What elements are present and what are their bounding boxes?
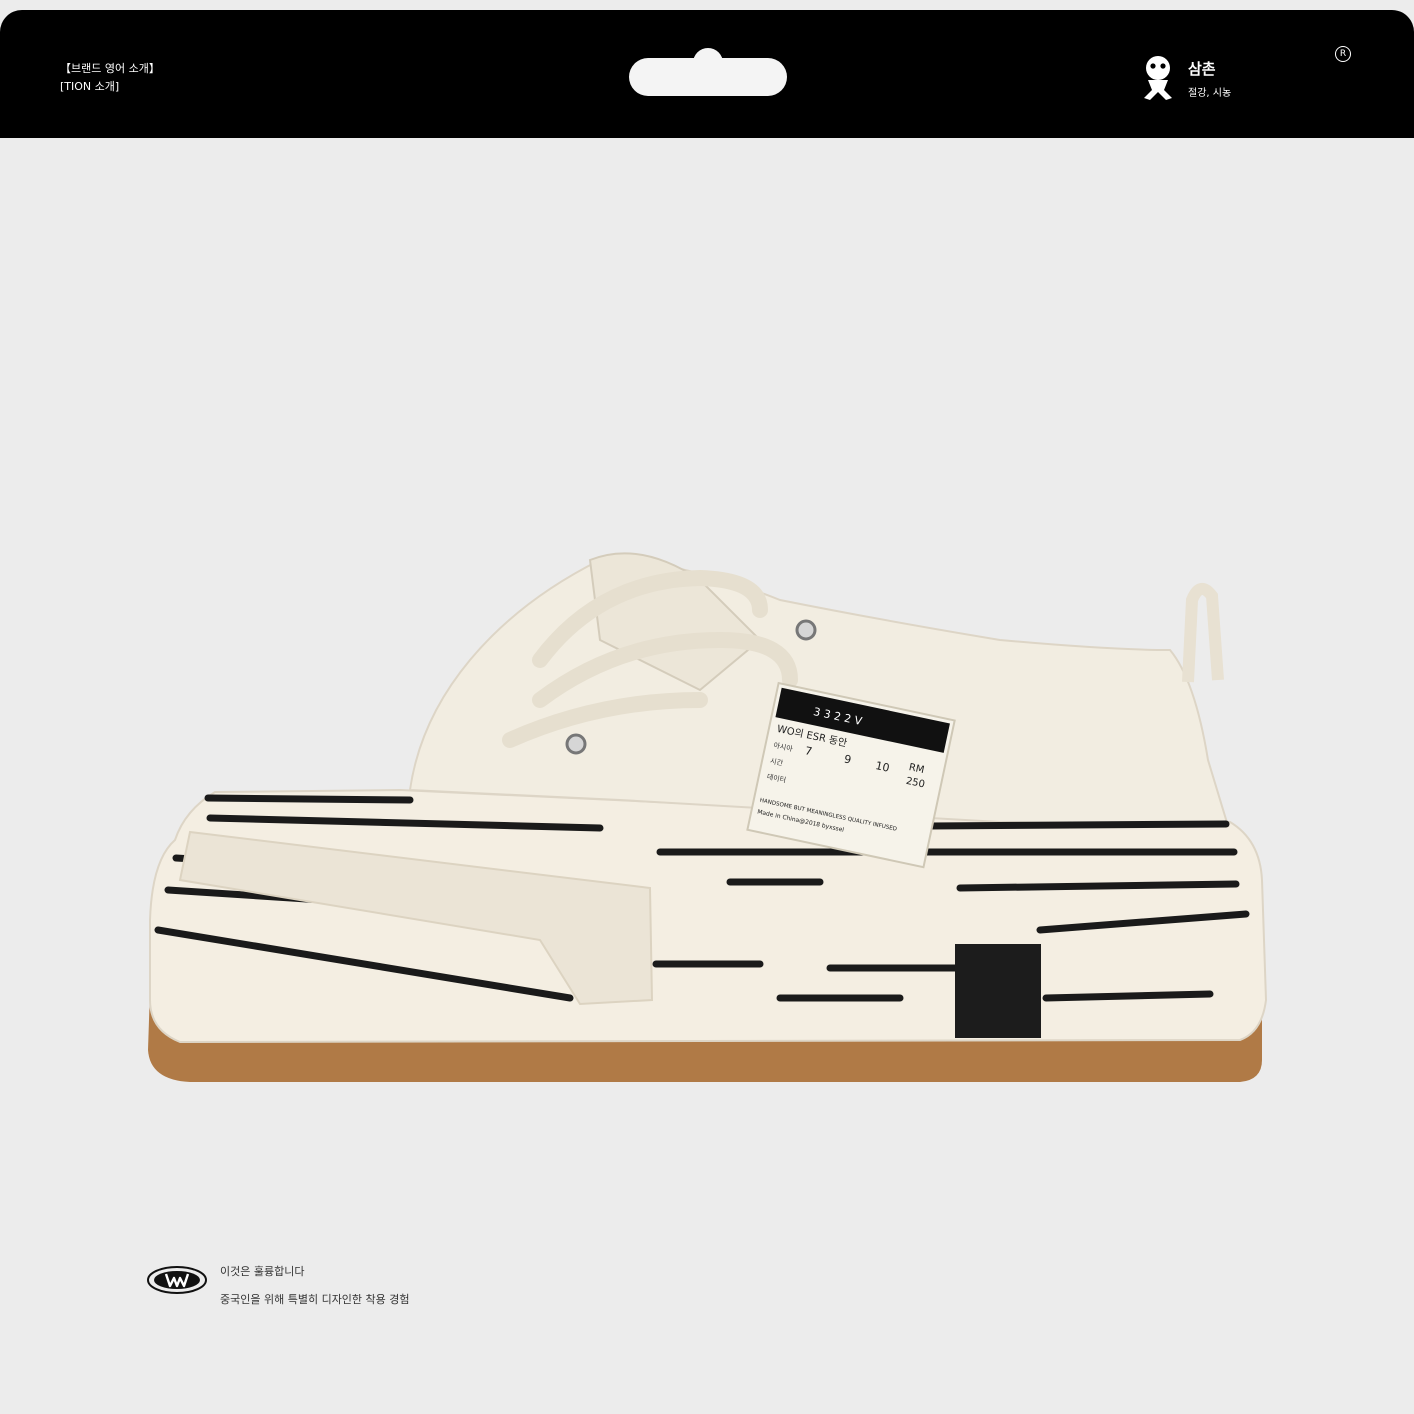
sneaker-image: 3 3 2 2 V WO의 ESR 동안 아시아 7 9 10 RM 시간 25… bbox=[148, 552, 1268, 1082]
right-brand-name: 삼촌 bbox=[1188, 60, 1216, 78]
mascot-logo-icon bbox=[1144, 56, 1172, 100]
right-brand: 삼촌 절강, 시농 bbox=[1138, 54, 1231, 106]
brand-intro-line2: [TION 소개] bbox=[60, 80, 120, 93]
eyelet bbox=[795, 619, 817, 641]
right-brand-tagline: 절강, 시농 bbox=[1188, 88, 1232, 99]
brand-intro: 【브랜드 영어 소개】 [TION 소개] bbox=[60, 60, 160, 96]
hanger-slot bbox=[629, 58, 787, 96]
footer-line1: 이것은 훌륭합니다 bbox=[220, 1265, 305, 1278]
registered-mark: R bbox=[1335, 46, 1351, 62]
eyelet bbox=[565, 733, 587, 755]
footer-line2: 중국인을 위해 특별히 디자인한 착용 경험 bbox=[220, 1293, 410, 1306]
brand-intro-line1: 【브랜드 영어 소개】 bbox=[60, 62, 160, 75]
heel-pull-loop bbox=[1182, 583, 1224, 683]
black-heel-patch bbox=[955, 944, 1041, 1038]
footer-text: 이것은 훌륭합니다 중국인을 위해 특별히 디자인한 착용 경험 bbox=[220, 1258, 410, 1314]
footer-w-logo-icon bbox=[147, 1266, 207, 1294]
